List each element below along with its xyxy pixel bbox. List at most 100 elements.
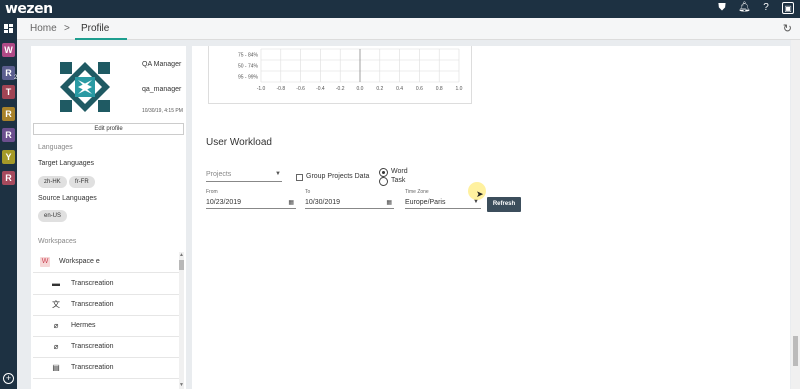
refresh-button[interactable]: Refresh [487,197,521,212]
user-workload-title: User Workload [206,137,272,148]
workspace-item-label: Transcreation [71,301,114,308]
profile-username: qa_manager [142,86,182,93]
app-rail: WR2TRRYR + [0,18,17,389]
radio-word-label: Word [391,168,408,175]
workspace-list-item[interactable]: ⌀ Transcreation [33,337,179,358]
projects-placeholder: Projects [206,171,232,178]
dashboard-icon[interactable] [4,24,13,33]
x-tick-label: -0.2 [336,86,345,92]
subtitles-icon: ▬ [52,279,60,288]
from-label: From [206,189,218,195]
paperclip-icon: ⌀ [53,321,59,330]
from-date-value: 10/23/2019 [206,199,242,206]
languages-title: Languages [38,144,73,151]
x-tick-label: 1.0 [456,86,463,92]
workspaces-title: Workspaces [38,238,77,245]
workspace-list-item[interactable]: ⌀ Hermes [33,316,179,337]
x-tick-label: 0.2 [376,86,383,92]
rail-workspace-3[interactable]: R [2,107,15,121]
x-tick-label: -0.8 [276,86,285,92]
workspace-letter-icon: W [40,257,50,267]
workspace-list-item[interactable]: ▤ Transcreation [33,358,179,379]
group-projects-label: Group Projects Data [306,173,370,180]
x-tick-label: 0.0 [357,86,364,92]
workspace-item-label: Transcreation [71,343,114,350]
rail-workspace-4[interactable]: R [2,128,15,142]
language-chip: en-US [38,210,68,222]
scrollbar-thumb[interactable] [179,260,184,270]
rail-workspace-0[interactable]: W [2,43,15,57]
paperclip-icon: ⌀ [53,342,59,351]
bell-icon[interactable]: 🔔︎ [738,2,751,14]
to-label: To [305,189,311,195]
to-date-value: 10/30/2019 [305,199,341,206]
top-icons: ⛊ 🔔︎ ? ▣ [716,2,794,14]
x-tick-label: 0.6 [416,86,423,92]
language-chip: fr-FR [69,176,95,188]
workspace-name: Workspace e [59,258,100,265]
workspace-item-label: Transcreation [71,364,114,371]
app-logo[interactable]: wezen [5,1,53,17]
workspaces-scrollbar[interactable]: ▲ ▼ [179,252,184,389]
mouse-cursor-icon: ➤ [476,189,484,199]
y-category-label: 50 - 74% [238,64,259,70]
scroll-down-icon[interactable]: ▼ [179,382,184,388]
breadcrumb-home[interactable]: Home [30,23,57,34]
refresh-icon[interactable]: ↻ [783,22,792,35]
target-languages-label: Target Languages [38,160,95,167]
radio-task[interactable] [379,177,388,186]
rail-workspace-5[interactable]: Y [2,150,15,164]
edit-profile-button[interactable]: Edit profile [33,123,184,135]
from-date-field[interactable]: 10/23/2019 ▦ [206,197,296,209]
caret-down-icon: ▼ [275,171,281,177]
timezone-value: Europe/Paris [405,199,446,206]
document-stack-icon: ▤ [52,363,60,372]
language-chip: zh-HK [38,176,67,188]
page-scrollbar[interactable] [791,40,800,389]
group-projects-checkbox[interactable] [296,174,303,181]
profile-date: 10/30/19, 4:15 PM [142,108,183,114]
radio-word[interactable] [379,168,388,177]
y-category-label: 75 - 84% [238,53,259,59]
chart-container: -1.0 -0.8 -0.6 -0.4 -0.2 0.0 0.2 0.4 0.6 0.8 1.0 75… [208,46,472,104]
projects-select[interactable]: Projects ▼ [206,169,282,182]
y-category-label: 95 - 99% [238,75,259,81]
calendar-icon[interactable]: ▦ [386,199,392,206]
active-tab-indicator [75,38,127,40]
timezone-label: Time Zone [405,189,429,195]
help-icon[interactable]: ? [760,2,772,14]
profile-panel: QA Manager qa_manager 10/30/19, 4:15 PM … [31,46,186,389]
breadcrumb-separator-icon: > [64,23,70,34]
to-date-field[interactable]: 10/30/2019 ▦ [305,197,394,209]
add-workspace-button[interactable]: + [3,373,14,384]
profile-name: QA Manager [142,61,182,68]
x-tick-label: -1.0 [257,86,266,92]
workspace-item-label: Hermes [71,322,96,329]
breadcrumb: Home > Profile ↻ [17,18,800,40]
workspace-list-item[interactable]: 文 Transcreation [33,295,179,316]
workspace-list-item[interactable]: ▬ Transcreation [33,274,179,295]
rail-badge: 2 [14,75,18,81]
shield-icon[interactable]: ⛊ [716,2,728,14]
x-tick-label: 0.8 [436,86,443,92]
x-tick-label: -0.6 [296,86,305,92]
calendar-icon[interactable]: ▦ [288,199,294,206]
rail-workspace-6[interactable]: R [2,171,15,185]
timezone-select[interactable]: Europe/Paris ▼ [405,197,481,209]
main-panel: -1.0 -0.8 -0.6 -0.4 -0.2 0.0 0.2 0.4 0.6 0.8 1.0 75… [192,46,790,389]
avatar-icon[interactable]: ▣ [782,2,794,14]
breadcrumb-current[interactable]: Profile [81,23,109,34]
translate-icon: 文 [52,300,60,309]
profile-avatar [58,60,112,114]
radio-task-label: Task [391,177,406,184]
heatmap-chart: -1.0 -0.8 -0.6 -0.4 -0.2 0.0 0.2 0.4 0.6 0.8 1.0 75… [238,48,463,92]
scroll-up-icon[interactable]: ▲ [179,252,184,258]
workspace-header-row[interactable]: W Workspace e [33,252,179,273]
rail-workspace-2[interactable]: T [2,85,15,99]
x-tick-label: -0.4 [316,86,325,92]
workspace-item-label: Transcreation [71,280,114,287]
top-bar: wezen ⛊ 🔔︎ ? ▣ [0,0,800,18]
x-tick-label: 0.4 [396,86,403,92]
page-scrollbar-thumb[interactable] [793,336,798,366]
source-languages-label: Source Languages [38,195,97,202]
